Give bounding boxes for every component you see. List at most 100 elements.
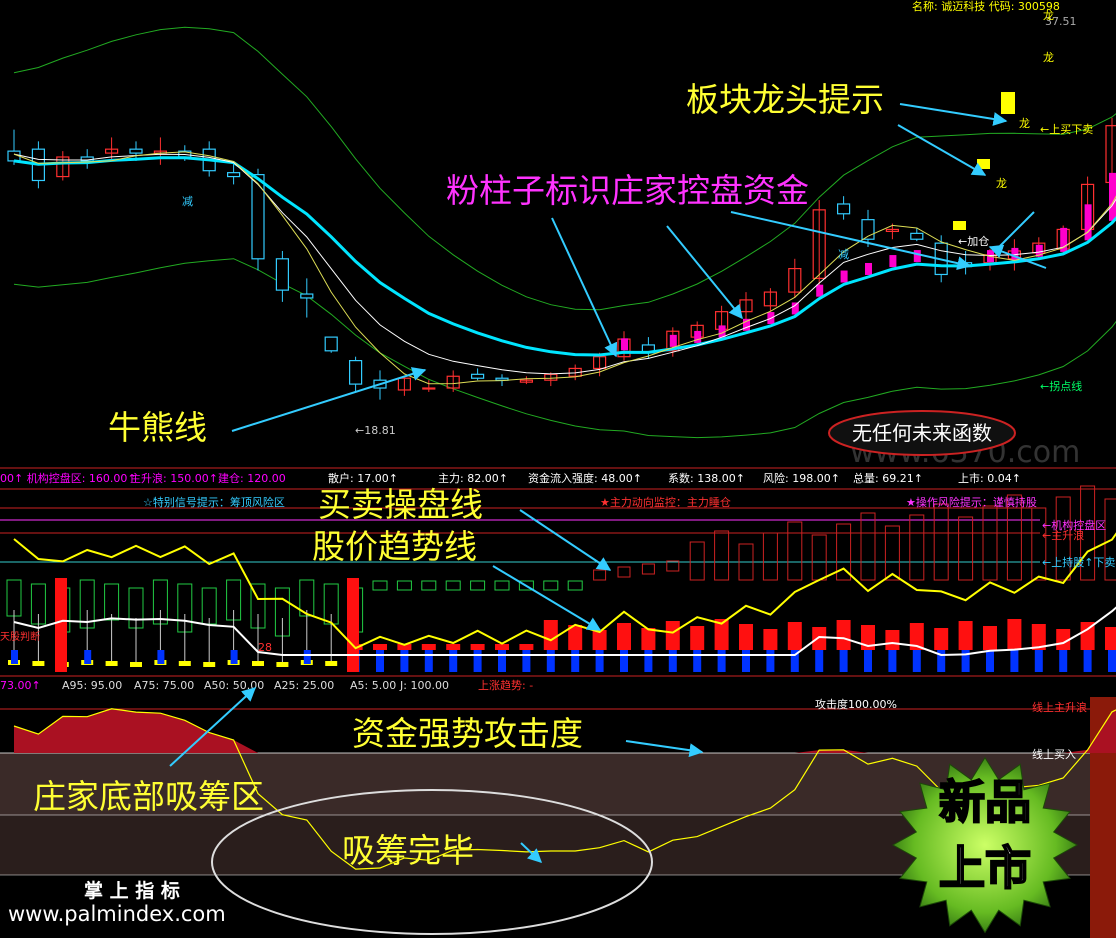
annotation-niuxiong: 牛熊线 [108,408,207,447]
red-base-bar [1105,627,1116,650]
red-frame-bar [811,534,827,581]
blue-base-bar [986,650,994,672]
badge-text-2: 上市 [939,841,1031,895]
red-tall-bar [55,578,67,672]
kdj-item: A95: 95.00 [62,679,122,692]
dragon-block-2 [977,159,990,169]
blue-base-bar [595,650,604,672]
red-base-bar [958,621,973,650]
pink-capital-bar [621,338,628,351]
kdj-item: A5: 5.00 [350,679,396,692]
new-product-badge: 新品 上市 [891,756,1079,934]
blue-base-bar [400,650,409,672]
arrow-bankuai-1 [899,103,1008,126]
jian-label-1: 减 [182,195,193,208]
annotation-maimai: 买卖操盘线 [318,485,483,524]
left-tag: 天股判断 [0,630,40,643]
status-item: 00↑ 机构控盘区: 160.00↑ [0,471,137,485]
status-item: 主升浪: 150.00↑ [130,471,218,485]
kdj-item: A75: 75.00 [134,679,194,692]
blue-base-bar [1034,650,1043,672]
arrow-fenzhu-1 [551,217,618,358]
kdj-item: A50: 50.00 [204,679,264,692]
annotation-gujia: 股价趋势线 [312,527,477,566]
candle-body [422,387,436,390]
status-item: 建仓: 120.00 [218,471,286,485]
red-base-bar [885,630,900,650]
green-frame-bar [470,580,486,591]
main-force-monitor: ★主力动向监控：主力睡仓 [600,495,731,509]
pink-capital-bar [840,270,848,283]
red-base-bar [690,626,705,650]
red-frame-bar [860,512,876,581]
red-frame-bar [593,569,607,581]
status-item: 总量: 69.21↑ [853,471,923,485]
green-frame-bar [494,580,510,591]
arrow-fenzhu-5 [999,211,1035,247]
red-base-bar [739,624,753,650]
annotation-zijin: 资金强势攻击度 [352,714,583,753]
yellow-base-bar [325,661,338,666]
blue-base-bar [157,650,165,664]
red-base-bar [836,620,851,650]
red-frame-bar [762,532,778,581]
blue-base-bar [668,650,677,672]
candle-body [471,373,485,379]
arrow-bankuai-2 [897,124,987,176]
yellow-base-bar [32,661,45,666]
pink-capital-bar [1109,172,1116,221]
blue-base-bar [1108,650,1116,672]
blue-base-bar [424,650,433,672]
arrow-fenzhu-3 [730,211,972,271]
arrow-fenzhu-2 [666,225,743,320]
red-base-bar [373,644,387,650]
green-frame-bar [445,580,461,591]
attack-label: 攻击度100.00% [815,697,897,711]
blue-base-bar [376,650,384,672]
blue-base-bar [522,650,531,672]
red-base-bar [470,644,485,650]
red-base-bar [1007,619,1022,650]
candle-body [129,148,143,154]
price-trend-line [13,606,1116,657]
red-base-bar [519,644,534,650]
blue-base-bar [230,650,238,664]
jian-label-2: 减 [838,248,849,261]
turning-line-label: ←拐点线 [1040,379,1082,393]
pink-capital-bar [1084,204,1092,241]
yellow-base-bar [276,662,289,667]
pink-capital-bar [913,250,921,263]
risk-hint: ★操作风险提示：谨慎持股 [906,495,1037,509]
blue-base-bar [84,650,92,664]
no-future-text: 无任何未来函数 [852,421,992,445]
blue-base-bar [693,650,702,672]
blue-base-bar [888,650,897,672]
red-base-bar [543,620,558,650]
arrow-maimai [519,509,612,571]
status-bar: 00↑ 机构控盘区: 160.00↑主升浪: 150.00↑ 建仓: 120.00… [0,471,1021,485]
zhusheng-label: ←主升浪 [1042,528,1084,542]
long-label-3: 龙 [1019,117,1030,130]
blue-base-bar [473,650,482,672]
blue-base-bar [11,650,18,664]
long-label-1: 龙 [1043,9,1054,22]
blue-base-bar [571,650,580,672]
blue-base-bar [766,650,775,672]
yellow-base-bar [105,661,118,666]
annotation-fenzhu: 粉柱子标识庄家控盘资金 [446,171,809,210]
candle-body [275,258,289,291]
yellow-base-bar [178,661,191,666]
blue-base-bar [864,650,872,672]
blue-base-bar [717,650,726,672]
pink-capital-bar [865,262,872,275]
kdj-item: A25: 25.00 [274,679,334,692]
red-frame-bar [617,566,631,578]
green-frame-bar [567,580,583,591]
status-item: 主力: 82.00↑ [438,472,508,485]
website-label: www.palmindex.com [8,902,226,926]
operation-panel [0,485,1116,672]
annotation-zhuangjia: 庄家底部吸筹区 [33,777,264,816]
blue-base-bar [644,650,653,672]
status-item: 资金流入强度: 48.00↑ [528,471,642,485]
blue-base-bar [449,650,458,672]
